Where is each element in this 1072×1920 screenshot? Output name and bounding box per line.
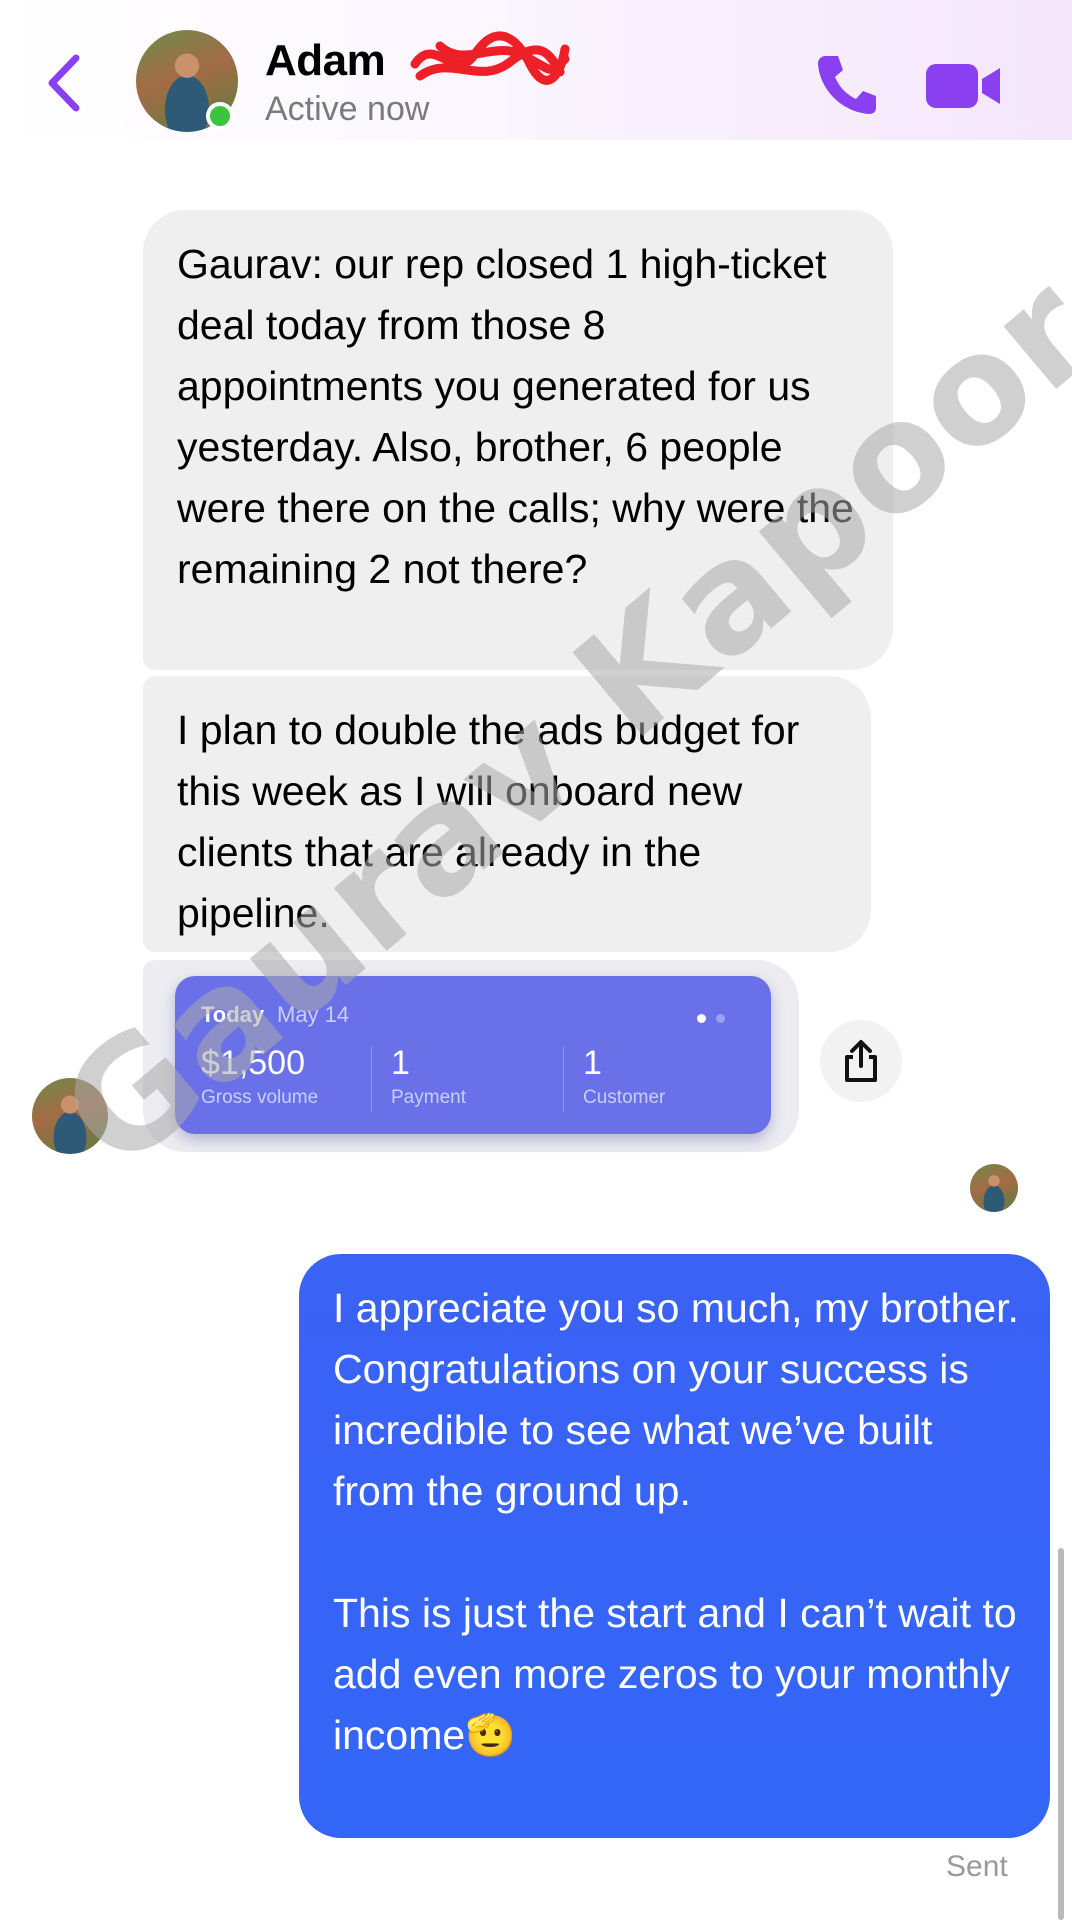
- received-message[interactable]: Gaurav: our rep closed 1 high-ticket dea…: [143, 210, 893, 670]
- chat-header: Adam Active now: [0, 0, 1072, 140]
- contact-name[interactable]: Adam: [265, 36, 386, 86]
- phone-icon[interactable]: [812, 52, 880, 116]
- card-day-label: Today: [201, 1002, 265, 1027]
- card-date: May 14: [277, 1002, 350, 1027]
- sent-paragraph: I appreciate you so much, my brother. Co…: [333, 1285, 1019, 1514]
- metric-value: 1: [391, 1044, 410, 1082]
- read-receipt-avatar: [970, 1164, 1018, 1212]
- page-dots: [697, 1010, 735, 1028]
- sender-avatar[interactable]: [32, 1078, 108, 1154]
- metric-customer: 1 Customer: [583, 1044, 665, 1109]
- video-camera-icon[interactable]: [924, 60, 1004, 112]
- sent-paragraph: This is just the start and I can’t wait …: [333, 1590, 1017, 1758]
- divider: [563, 1046, 564, 1112]
- sent-message[interactable]: I appreciate you so much, my brother. Co…: [299, 1254, 1050, 1838]
- redaction-scribble: [410, 31, 570, 85]
- active-status: Active now: [265, 90, 430, 128]
- metric-payment: 1 Payment: [391, 1044, 466, 1109]
- scrollbar[interactable]: [1058, 1548, 1064, 1920]
- metric-gross-volume: $1,500 Gross volume: [201, 1044, 318, 1109]
- metric-value: $1,500: [201, 1044, 305, 1082]
- metric-label: Gross volume: [201, 1087, 319, 1108]
- share-button[interactable]: [820, 1020, 902, 1102]
- metric-label: Customer: [583, 1087, 666, 1108]
- online-status-dot: [206, 102, 234, 130]
- sales-summary-card[interactable]: Today May 14 $1,500 Gross volume 1 Payme…: [175, 976, 771, 1134]
- metric-value: 1: [583, 1044, 602, 1082]
- received-message[interactable]: I plan to double the ads budget for this…: [143, 676, 871, 952]
- metric-label: Payment: [391, 1087, 466, 1108]
- message-status: Sent: [946, 1850, 1008, 1883]
- divider: [371, 1046, 372, 1112]
- chevron-left-icon[interactable]: [40, 48, 90, 118]
- share-icon: [845, 1040, 877, 1082]
